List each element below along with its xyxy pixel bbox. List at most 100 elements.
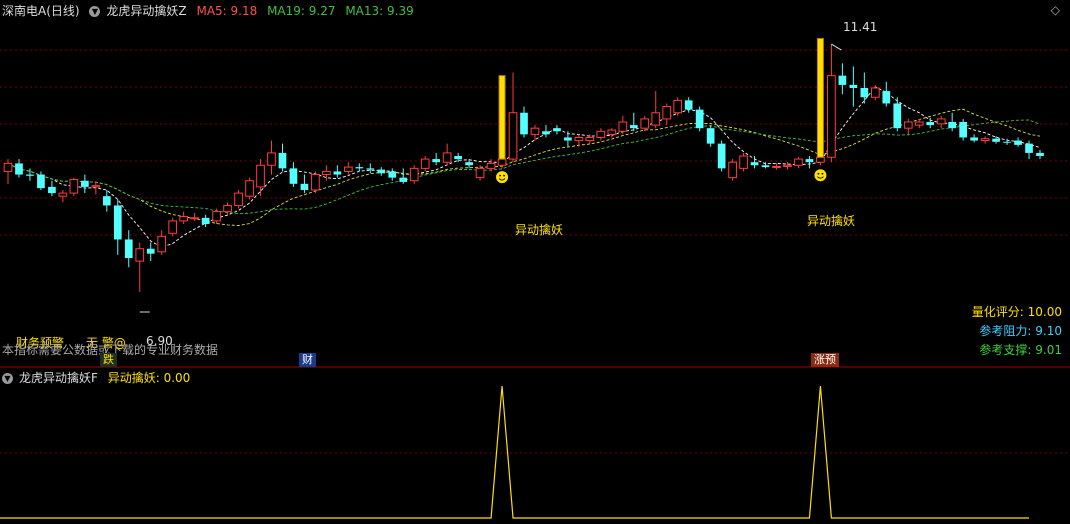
candle-body: [432, 159, 441, 163]
indicator-chart[interactable]: [0, 368, 1070, 524]
candle: [882, 81, 891, 107]
candle: [783, 162, 792, 170]
candle-body: [355, 167, 364, 169]
stock-name[interactable]: 深南电A(日线): [2, 4, 80, 18]
candle: [289, 162, 298, 187]
marker-die[interactable]: 跌: [100, 353, 117, 367]
candle-body: [882, 91, 891, 104]
candle: [432, 152, 441, 166]
indicator-menu-icon[interactable]: ▼: [89, 6, 101, 17]
candle-body: [629, 125, 638, 129]
candle-body: [794, 158, 803, 166]
candle: [420, 156, 430, 172]
candle-body: [706, 128, 715, 144]
diamond-icon[interactable]: ◇: [1051, 3, 1060, 17]
candle-body: [3, 162, 13, 172]
candle: [322, 165, 331, 181]
candle-body: [695, 109, 704, 129]
ma5-label: MA5: 9.18: [196, 4, 258, 18]
candle-body: [739, 155, 748, 169]
candle-body: [135, 248, 145, 262]
candle-body: [728, 161, 737, 179]
candle: [201, 214, 210, 228]
candle-body: [91, 185, 101, 188]
candle: [750, 156, 759, 169]
candle-body: [278, 152, 287, 169]
candle-body: [300, 183, 309, 190]
candle: [564, 131, 572, 147]
candle: [980, 136, 990, 144]
candle-body: [15, 163, 23, 175]
smiley-eye: [503, 174, 505, 177]
candle: [311, 171, 320, 194]
candle-body: [530, 127, 540, 135]
candle: [234, 190, 243, 209]
candle: [903, 118, 913, 135]
candle-body: [750, 162, 759, 166]
candle-body: [267, 152, 276, 166]
candle: [992, 136, 1000, 144]
marker-zhang[interactable]: 涨预: [811, 353, 839, 367]
smiley-icon: [496, 171, 509, 184]
candle-body: [585, 136, 595, 142]
candle: [278, 143, 287, 172]
candle-body: [860, 88, 869, 98]
candle-body: [684, 100, 693, 110]
candle: [827, 44, 836, 163]
candle: [343, 162, 353, 175]
candle-body: [454, 156, 462, 160]
candle: [300, 174, 309, 194]
candle: [69, 177, 79, 197]
ma19-label: MA19: 9.27: [267, 4, 336, 18]
marker-cai[interactable]: 财: [299, 353, 316, 367]
candle: [542, 125, 550, 138]
candle-body: [1014, 140, 1022, 145]
candle-body: [343, 166, 353, 172]
candle-body: [420, 158, 430, 169]
ma13-label: MA13: 9.39: [345, 4, 414, 18]
candle-body: [574, 136, 584, 142]
signal-bar: [816, 38, 824, 158]
candle: [15, 159, 23, 178]
candle: [706, 125, 715, 147]
candle: [124, 230, 133, 268]
candle-body: [914, 121, 924, 126]
price-chart[interactable]: [0, 0, 1070, 368]
candle: [618, 115, 628, 135]
candle-body: [805, 159, 814, 163]
smiley-eye: [821, 172, 824, 175]
candle: [772, 163, 781, 170]
candle: [936, 115, 946, 129]
candle: [388, 168, 397, 181]
candle-body: [26, 174, 34, 176]
candle-body: [520, 112, 528, 135]
smiley-face: [814, 169, 827, 182]
candle: [838, 63, 847, 95]
candle: [662, 103, 672, 126]
candle: [486, 159, 496, 172]
candle-body: [442, 152, 452, 163]
candle-body: [992, 138, 1000, 142]
candle-body: [607, 129, 617, 135]
candle: [366, 163, 375, 174]
candle: [245, 177, 254, 200]
high-marker-line: [831, 43, 842, 51]
candle-body: [322, 170, 331, 176]
candle-body: [486, 162, 496, 169]
high-price-label: 11.41: [843, 20, 878, 34]
indicator-name[interactable]: 龙虎异动擒妖Z: [106, 4, 186, 18]
sub-indicator-menu-icon[interactable]: ▼: [2, 373, 13, 384]
candle: [959, 118, 967, 141]
sub-indicator-name[interactable]: 龙虎异动擒妖F: [19, 371, 98, 385]
candle-body: [893, 103, 902, 129]
candle: [596, 128, 606, 141]
signal-label-2: 异动擒妖: [807, 214, 856, 228]
candle-body: [124, 239, 133, 258]
candle: [179, 211, 189, 224]
candle-body: [783, 164, 792, 168]
candle-body: [662, 106, 672, 120]
candle: [465, 159, 473, 169]
candle-body: [388, 171, 397, 178]
candle: [948, 112, 957, 132]
candle-body: [399, 177, 408, 182]
